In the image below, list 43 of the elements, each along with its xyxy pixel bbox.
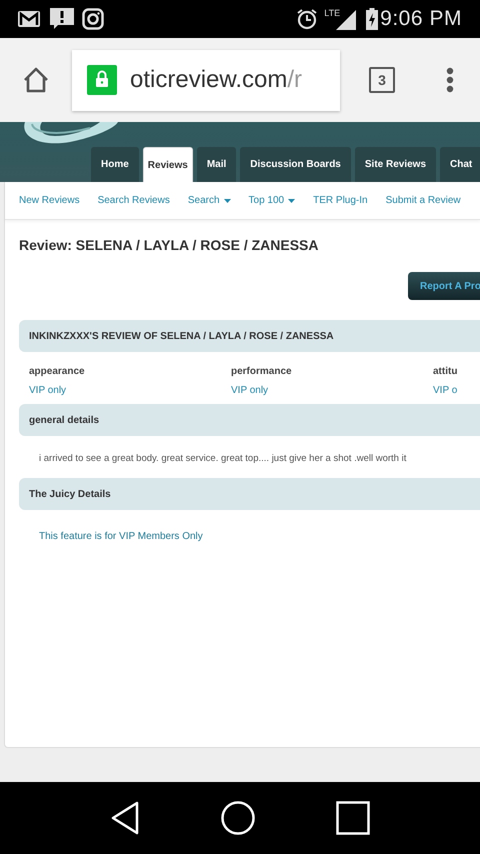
network-label: LTE xyxy=(324,7,340,20)
nav-tab[interactable]: Home xyxy=(91,147,139,182)
subnav-link[interactable]: Top 100 xyxy=(248,193,296,208)
clock-time: 9:06 PM xyxy=(380,6,462,32)
nav-tab[interactable]: Reviews xyxy=(142,147,193,182)
tab-count-button[interactable]: 3 xyxy=(369,67,395,93)
home-circle-icon[interactable] xyxy=(220,801,255,835)
mail-icon xyxy=(18,11,40,27)
lock-icon xyxy=(87,65,117,95)
rating-label: appearance xyxy=(29,365,86,379)
nav-tab[interactable]: Chat xyxy=(440,147,480,182)
recents-icon[interactable] xyxy=(336,801,370,835)
subnav-link[interactable]: Search Reviews xyxy=(98,193,170,208)
menu-button[interactable] xyxy=(446,67,454,93)
rating-value: VIP only xyxy=(231,384,270,398)
alert-icon xyxy=(50,8,74,30)
rating-label: performance xyxy=(231,365,293,379)
review-text: i arrived to see a great body. great service. great top.... just give her a shot .well worth it xyxy=(39,452,408,466)
review-header-text: INKINKZXXX'S REVIEW OF SELENA / LAYLA / ROSE / ZANESSA xyxy=(29,330,334,344)
camera-icon xyxy=(82,8,104,30)
section-title: general details xyxy=(29,414,100,428)
url-text: oticreview.com/r xyxy=(130,65,302,95)
nav-tab[interactable]: Discussion Boards xyxy=(240,147,351,182)
page-title: Review: SELENA / LAYLA / ROSE / ZANESSA xyxy=(19,236,320,255)
home-icon xyxy=(22,66,50,94)
rating-value: VIP o xyxy=(433,384,458,398)
section-title: The Juicy Details xyxy=(29,488,111,502)
caret-icon xyxy=(224,198,231,202)
caret-icon xyxy=(288,198,296,202)
subnav-link[interactable]: Submit a Review xyxy=(386,193,461,208)
rating-value: VIP only xyxy=(29,384,68,398)
subnav-link[interactable]: Search xyxy=(188,193,231,208)
subnav-link[interactable]: New Reviews xyxy=(19,193,80,208)
alarm-icon xyxy=(296,8,318,30)
address-bar[interactable]: oticreview.com/r xyxy=(72,50,340,110)
nav-tab[interactable]: Site Reviews xyxy=(354,147,436,182)
back-icon[interactable] xyxy=(110,801,140,835)
menu-icon xyxy=(446,67,454,93)
vip-notice-link[interactable]: This feature is for VIP Members Only xyxy=(39,529,480,544)
rating-label: attitu xyxy=(433,365,458,379)
subnav-link[interactable]: TER Plug-In xyxy=(313,193,368,208)
battery-icon xyxy=(366,8,378,30)
nav-tab[interactable]: Mail xyxy=(196,147,236,182)
